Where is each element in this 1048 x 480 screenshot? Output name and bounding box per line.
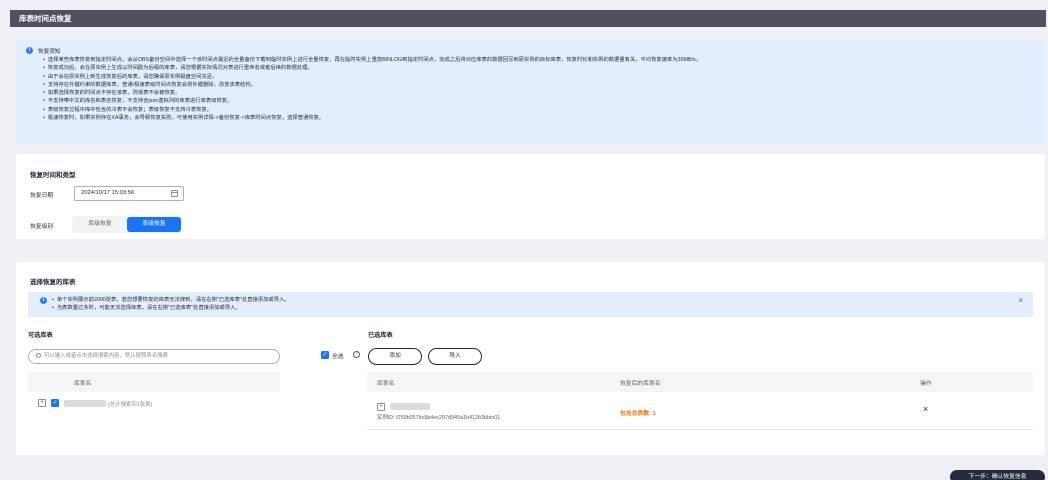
notice-list: 选择某些库表恢复到指定时间点，会从OBS备份空间中选择一个该时间点最近的全量备份…	[26, 56, 1035, 122]
alert-item: 当表数量过多时，可能无法选择库表，请在右侧"已选库表"处直接添加或导入。	[52, 304, 290, 312]
notice-item: 如果选择恢复的时间点不存在该表，则该表不会被恢复。	[43, 89, 1035, 97]
restore-date-value: 2024/10/17 15:03:56	[81, 190, 135, 196]
alert-list: 单个实例展示前2000张表，若您想要恢复的库表无法搜到，请在右侧"已选库表"处直…	[52, 296, 290, 312]
section-title: 选择恢复的库表	[30, 279, 76, 286]
add-button[interactable]: 添加	[368, 348, 422, 365]
import-button[interactable]: 导入	[428, 348, 482, 365]
notice-item: 支持存在外键约束的数据库表，普通/极速表级时间点恢复会将外键删除，改变该表结构。	[43, 81, 1035, 89]
expand-icon[interactable]: +	[377, 403, 385, 411]
level-option-table[interactable]: 表级恢复	[127, 217, 181, 232]
alert-item: 单个实例展示前2000张表，若您想要恢复的库表无法搜到，请在右侧"已选库表"处直…	[52, 296, 290, 304]
delete-icon[interactable]: ×	[923, 405, 928, 414]
notice-item: 恢复成功后，会在原实例上生成以时间戳为后缀的库表，请您根据实际情况对表进行重命名…	[43, 64, 1035, 72]
table-search-input[interactable]: 可以输入或者点击选择搜索内容，默认按照表名搜索	[28, 349, 280, 364]
select-all-label: 全选	[332, 354, 344, 360]
column-header-actions: 操作	[920, 381, 932, 387]
restore-level-toggle: 库级恢复 表级恢复	[72, 216, 182, 233]
page-title: 库表时间点恢复	[19, 14, 72, 23]
column-header-table-name: 库表名	[377, 381, 395, 387]
notice-item: 选择某些库表恢复到指定时间点，会从OBS备份空间中选择一个该时间点最近的全量备份…	[43, 56, 1035, 64]
column-header-table-name: 库表名	[74, 381, 92, 387]
notice-title: 恢复须知	[38, 48, 61, 55]
level-option-database[interactable]: 库级恢复	[73, 217, 127, 232]
notice-item: 不支持带中文的库名和表名恢复，不支持含json虚拟列的库表进行库表级恢复。	[43, 97, 1035, 105]
available-table-header: 库表名	[28, 372, 280, 392]
restore-notice: i 恢复须知 选择某些库表恢复到指定时间点，会从OBS备份空间中选择一个该时间点…	[16, 40, 1045, 144]
search-result-count: (总计搜索到1张表)	[108, 402, 153, 408]
page-header: 库表时间点恢复	[10, 10, 1046, 27]
notice-item: 表级恢复过程中库中包含的冷表不会恢复；表级恢复不支持冷表恢复。	[43, 106, 1035, 114]
search-icon	[36, 353, 41, 358]
selected-table-header: 库表名 恢复后的库表名 操作	[367, 372, 1033, 392]
restore-date-input[interactable]: 2024/10/17 15:03:56	[74, 186, 184, 201]
section-title: 恢复时间和类型	[30, 172, 76, 179]
table-select-alert: i 单个实例展示前2000张表，若您想要恢复的库表无法搜到，请在右侧"已选库表"…	[28, 292, 1033, 317]
selected-tables-title: 已选库表	[368, 332, 393, 339]
instance-id: 实例ID: f259b057bc8b4ec297d945a1b412b3bbin…	[377, 415, 501, 421]
select-all-checkbox[interactable]: ✓	[321, 351, 329, 359]
table-count-badge: 包含总表数: 1	[620, 411, 656, 417]
available-tables-title: 可选库表	[28, 332, 53, 339]
help-icon[interactable]: ?	[353, 351, 360, 358]
calendar-icon[interactable]	[171, 190, 178, 197]
row-divider	[367, 429, 1033, 430]
level-label: 恢复级别	[30, 224, 54, 230]
info-icon: i	[40, 297, 47, 304]
notice-item: 极速恢复时，如果实例存在XA事务，会导致恢复失败。可使用实例详情->备份恢复->…	[43, 114, 1035, 122]
info-icon: i	[26, 47, 33, 54]
search-placeholder: 可以输入或者点击选择搜索内容，默认按照表名搜索	[44, 353, 168, 359]
close-icon[interactable]: ×	[1018, 297, 1023, 305]
column-header-restored-name: 恢复后的库表名	[620, 381, 661, 387]
masked-table-name	[64, 400, 106, 407]
expand-icon[interactable]: +	[38, 399, 46, 407]
masked-table-name	[390, 403, 430, 410]
notice-item: 由于会在原实例上新生成恢复后的库表，请您确保原实例磁盘空间充足。	[43, 73, 1035, 81]
row-checkbox[interactable]: ✓	[51, 399, 59, 407]
date-label: 恢复日期	[30, 193, 54, 199]
next-step-button[interactable]: 下一步：确认恢复信息	[950, 470, 1045, 480]
